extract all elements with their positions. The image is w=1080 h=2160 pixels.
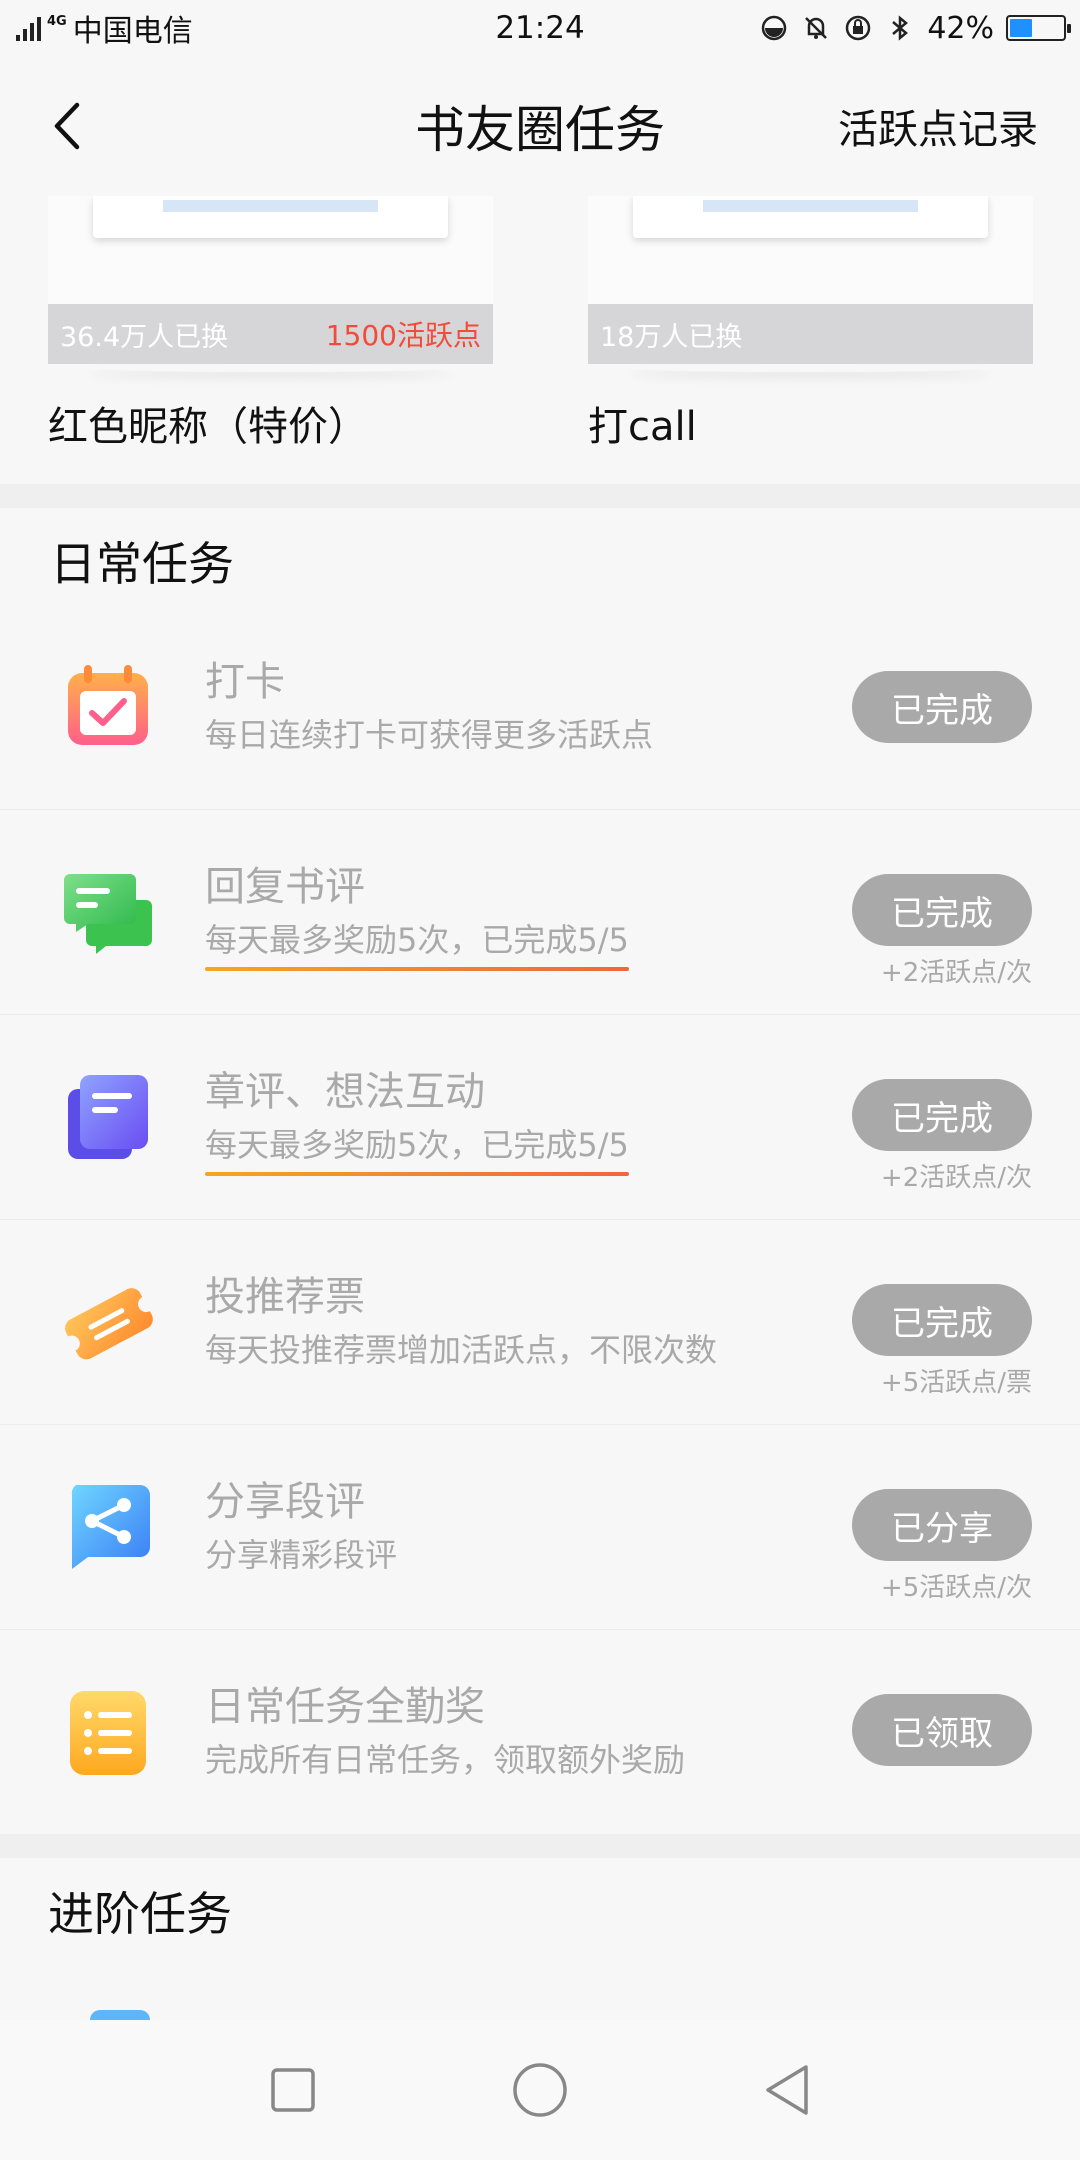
task-status-button[interactable]: 已完成 — [852, 1284, 1032, 1356]
battery-icon — [1006, 15, 1071, 41]
share-icon — [71, 1485, 150, 1569]
reward-strip: 18万人已换 — [588, 304, 1033, 364]
task-row: 投推荐票 每天投推荐票增加活跃点，不限次数 已完成 +5活跃点/票 — [0, 1220, 1080, 1425]
section-title: 日常任务 — [50, 537, 234, 591]
progress-underline — [205, 967, 629, 971]
reward-card[interactable]: 36.4万人已换 1500活跃点 红色昵称（特价） — [48, 196, 493, 452]
task-description: 完成所有日常任务，领取额外奖励 — [205, 1741, 686, 1779]
triangle-back-icon — [765, 2065, 808, 2115]
task-description: 每日连续打卡可获得更多活跃点 — [205, 716, 654, 754]
reward-name: 红色昵称（特价） — [48, 404, 368, 450]
app-screen: 4G 中国电信 21:24 42% 书友圈任务 活跃点记录 36.4万人已换 1… — [0, 0, 1080, 2160]
progress-underline — [205, 1172, 629, 1176]
activity-record-link[interactable]: 活跃点记录 — [838, 97, 1038, 155]
document-stack-icon — [68, 1075, 148, 1159]
reward-list: 36.4万人已换 1500活跃点 红色昵称（特价） 18万人已换 打call — [0, 196, 1080, 484]
task-reward-note: +5活跃点/票 — [880, 1368, 1032, 1398]
task-title: 打卡 — [205, 659, 285, 705]
reward-name: 打call — [588, 404, 697, 450]
reward-image: 36.4万人已换 1500活跃点 — [48, 196, 493, 364]
reward-card[interactable]: 18万人已换 打call — [588, 196, 1033, 452]
task-description: 每天最多奖励5次，已完成5/5 — [205, 1120, 629, 1176]
reward-strip: 36.4万人已换 1500活跃点 — [48, 304, 493, 364]
chevron-left-icon — [54, 102, 80, 150]
task-description-text: 每天最多奖励5次，已完成5/5 — [205, 921, 629, 959]
status-left: 4G 中国电信 — [14, 6, 193, 50]
chat-bubbles-icon — [64, 874, 152, 954]
battery-percent: 42% — [927, 10, 994, 46]
back-button[interactable] — [44, 96, 88, 156]
task-row: 分享段评 分享精彩段评 已分享 +5活跃点/次 — [0, 1425, 1080, 1630]
battery-level — [1010, 19, 1032, 37]
mute-bell-icon — [801, 13, 831, 43]
task-status-button[interactable]: 已分享 — [852, 1489, 1032, 1561]
reward-image: 18万人已换 — [588, 196, 1033, 364]
home-button[interactable] — [510, 2060, 570, 2120]
system-nav-bar — [0, 2020, 1080, 2160]
bluetooth-icon — [885, 13, 915, 43]
signal-icon — [16, 15, 41, 41]
task-description-text: 每天最多奖励5次，已完成5/5 — [205, 1126, 629, 1164]
task-description: 分享精彩段评 — [205, 1536, 398, 1574]
task-icon-peek — [90, 2010, 150, 2020]
status-right: 42% — [759, 10, 1071, 46]
task-row: 回复书评 每天最多奖励5次，已完成5/5 已完成 +2活跃点/次 — [0, 810, 1080, 1015]
rotation-lock-icon — [843, 13, 873, 43]
ticket-icon — [63, 1288, 154, 1360]
carrier-name: 中国电信 — [72, 14, 193, 49]
square-icon — [271, 2068, 316, 2112]
task-row: 打卡 每日连续打卡可获得更多活跃点 已完成 — [0, 605, 1080, 810]
task-title: 日常任务全勤奖 — [205, 1684, 485, 1730]
recent-apps-button[interactable] — [263, 2060, 323, 2120]
reward-points: 1500活跃点 — [325, 319, 481, 352]
task-status-button[interactable]: 已完成 — [852, 874, 1032, 946]
task-row: 日常任务全勤奖 完成所有日常任务，领取额外奖励 已领取 — [0, 1630, 1080, 1835]
task-status-button[interactable]: 已领取 — [852, 1694, 1032, 1766]
circle-icon — [513, 2063, 567, 2117]
list-icon — [70, 1690, 146, 1775]
task-row: 章评、想法互动 每天最多奖励5次，已完成5/5 已完成 +2活跃点/次 — [0, 1015, 1080, 1220]
task-reward-note: +2活跃点/次 — [880, 1163, 1032, 1193]
task-status-button[interactable]: 已完成 — [852, 1079, 1032, 1151]
task-reward-note: +5活跃点/次 — [880, 1573, 1032, 1603]
task-title: 回复书评 — [205, 864, 365, 910]
section-title-advanced: 进阶任务 — [48, 1887, 232, 1941]
nav-bar: 书友圈任务 活跃点记录 — [0, 56, 1080, 196]
system-back-button[interactable] — [757, 2060, 817, 2120]
task-description: 每天投推荐票增加活跃点，不限次数 — [205, 1331, 718, 1369]
section-divider — [0, 484, 1080, 508]
task-title: 章评、想法互动 — [205, 1069, 485, 1115]
exchanged-count: 18万人已换 — [600, 321, 743, 353]
eye-comfort-icon — [759, 13, 789, 43]
task-description: 每天最多奖励5次，已完成5/5 — [205, 915, 629, 971]
exchanged-count: 36.4万人已换 — [60, 321, 229, 353]
calendar-check-icon — [68, 665, 148, 745]
task-title: 投推荐票 — [205, 1274, 365, 1320]
status-bar: 4G 中国电信 21:24 42% — [0, 0, 1080, 56]
network-type: 4G — [47, 13, 67, 29]
task-title: 分享段评 — [205, 1479, 365, 1525]
task-reward-note: +2活跃点/次 — [880, 958, 1032, 988]
task-status-button[interactable]: 已完成 — [852, 671, 1032, 743]
advanced-task-peek — [0, 2000, 1080, 2020]
section-divider — [0, 1834, 1080, 1858]
